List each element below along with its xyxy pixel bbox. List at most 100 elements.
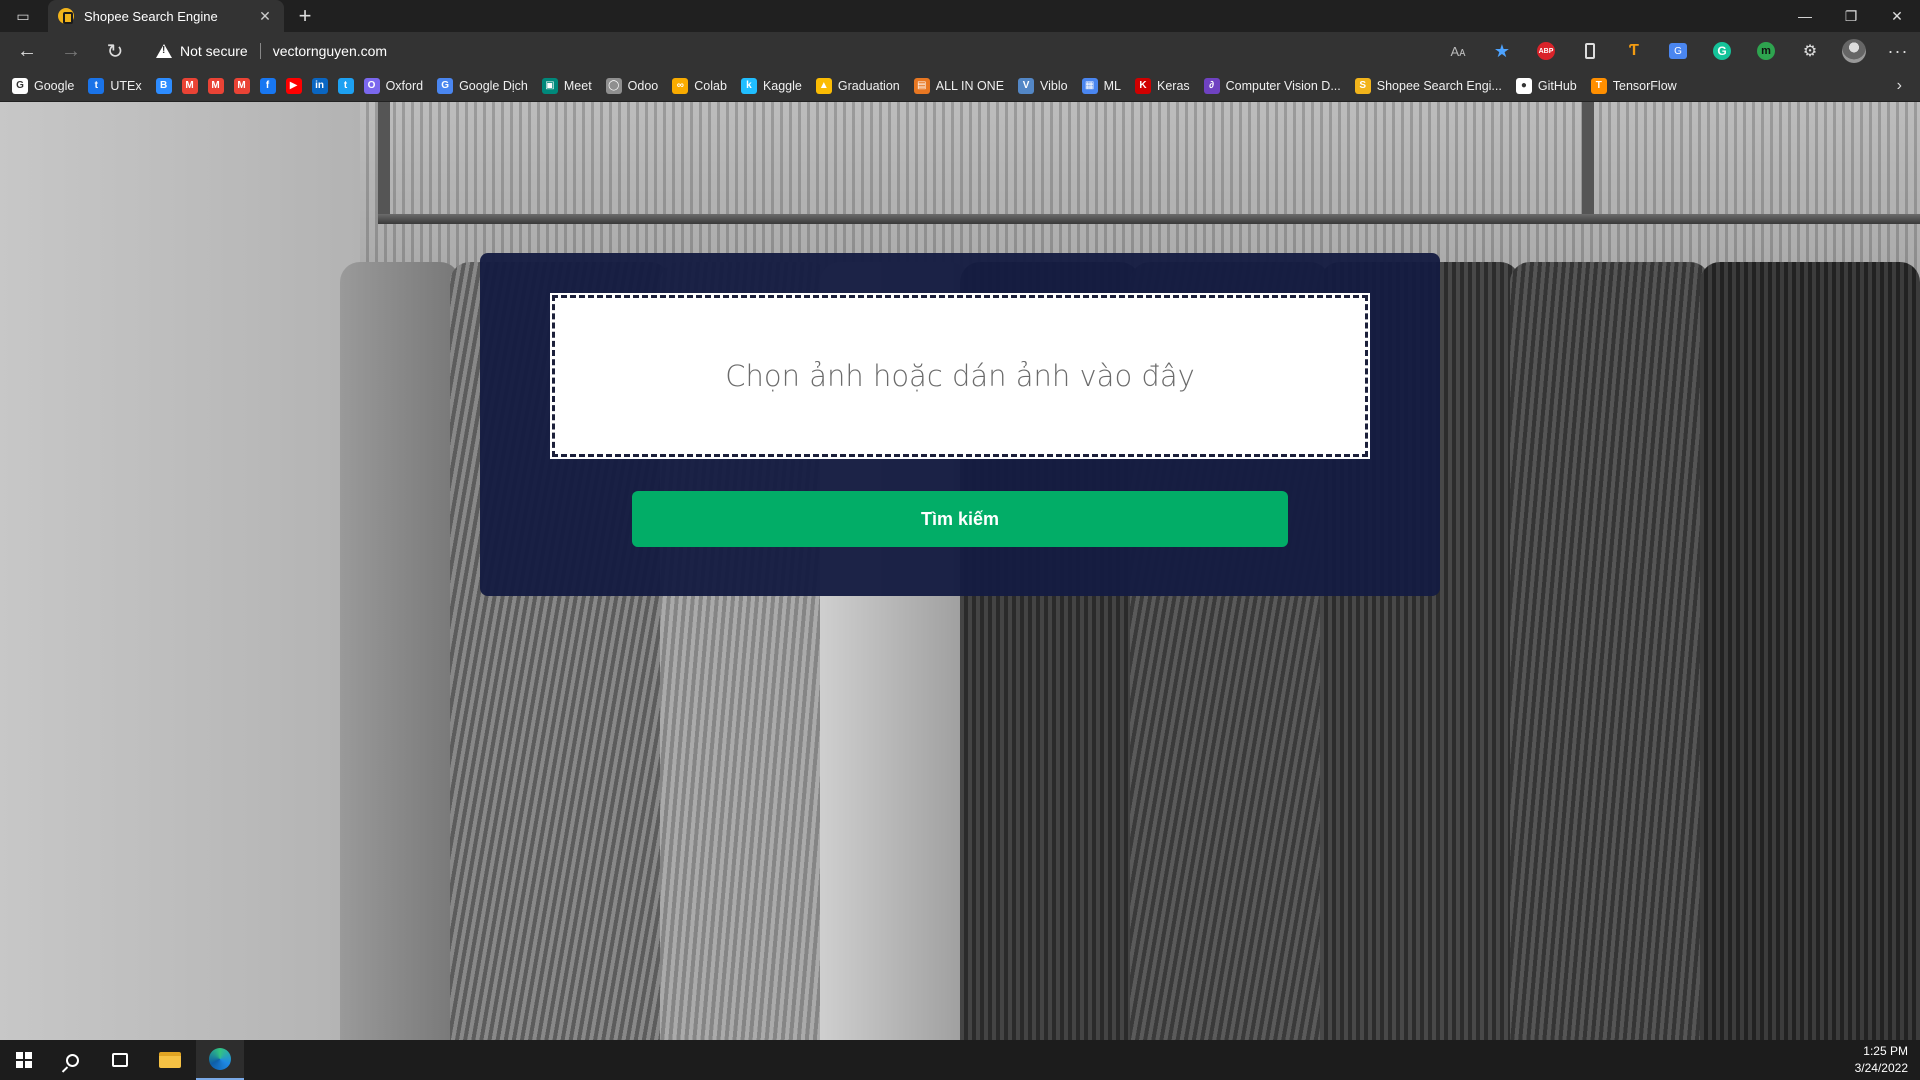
bookmark-item[interactable]: G Google (12, 74, 74, 98)
grammarly-icon[interactable]: G (1700, 36, 1744, 66)
task-view-button[interactable] (96, 1040, 144, 1080)
bookmark-item[interactable]: in (311, 74, 328, 98)
search-button[interactable]: Tìm kiếm (632, 491, 1288, 547)
folder-icon: ▤ (913, 77, 930, 94)
garment-image (1510, 262, 1710, 1040)
edge-taskbar-button[interactable] (196, 1040, 244, 1080)
garment-image (1700, 262, 1920, 1040)
warning-icon[interactable] (156, 44, 172, 58)
bookmark-item[interactable]: k Kaggle (740, 74, 802, 98)
security-label[interactable]: Not secure (180, 43, 248, 59)
bookmark-item[interactable]: ▲ Graduation (815, 74, 900, 98)
gmail-icon: M (181, 77, 198, 94)
kaggle-icon: k (740, 77, 757, 94)
bookmark-label: TensorFlow (1612, 78, 1677, 93)
bookmark-item[interactable]: M (207, 74, 224, 98)
system-clock[interactable]: 1:25 PM 3/24/2022 (1855, 1043, 1908, 1077)
bookmark-label: Colab (694, 78, 727, 93)
youtube-icon: ▶ (285, 77, 302, 94)
start-button[interactable] (0, 1040, 48, 1080)
profile-avatar[interactable] (1832, 36, 1876, 66)
favorite-star-icon[interactable]: ★ (1480, 36, 1524, 66)
bookmark-item[interactable]: ◯ Odoo (605, 74, 659, 98)
shopee-icon: S (1354, 77, 1371, 94)
tab-actions-icon[interactable]: ▭ (6, 0, 40, 32)
bookmark-item[interactable]: ▶ (285, 74, 302, 98)
clock-time: 1:25 PM (1863, 1044, 1908, 1058)
bookmark-label: Google (34, 78, 75, 93)
bookmark-item[interactable]: V Viblo (1018, 74, 1068, 98)
bookmark-item[interactable]: ∂ Computer Vision D... (1203, 74, 1341, 98)
extension-t-icon[interactable]: Ƭ (1612, 36, 1656, 66)
bookmark-item[interactable]: S Shopee Search Engi... (1354, 74, 1502, 98)
bookmark-item[interactable]: ▦ ML (1081, 74, 1121, 98)
garment-image (340, 262, 460, 1040)
bookmark-item[interactable]: T TensorFlow (1590, 74, 1677, 98)
ml-icon: ▦ (1081, 77, 1098, 94)
address-bar[interactable]: Not secure vectornguyen.com (148, 36, 1478, 66)
bookmark-item[interactable]: M (233, 74, 250, 98)
meet-icon: ▣ (541, 77, 558, 94)
page-background: Chọn ảnh hoặc dán ảnh vào đây Tìm kiếm (0, 102, 1920, 1040)
dropzone-label: Chọn ảnh hoặc dán ảnh vào đây (725, 359, 1195, 393)
read-aloud-icon[interactable]: Aᴀ (1436, 36, 1480, 66)
extensions-puzzle-icon[interactable]: ⚙ (1788, 36, 1832, 66)
odoo-icon: ◯ (605, 77, 622, 94)
bookmark-label: ML (1103, 78, 1121, 93)
clothes-rack-post (378, 102, 390, 224)
bookmark-item[interactable]: G Google Dịch (437, 74, 528, 98)
bookmark-label: UTEx (110, 78, 142, 93)
bookmark-item[interactable]: O Oxford (363, 74, 423, 98)
tensorflow-icon: T (1590, 77, 1607, 94)
phone-icon[interactable] (1568, 36, 1612, 66)
background-wall (0, 102, 360, 1040)
bookmark-label: Odoo (627, 78, 659, 93)
bookmark-label: Google Dịch (459, 78, 528, 93)
keras-icon: K (1135, 77, 1151, 94)
oxford-icon: O (363, 77, 380, 94)
toolbar-icons: Aᴀ ★ ABP Ƭ G G m ⚙ ··· (1436, 36, 1920, 66)
adblock-icon[interactable]: ABP (1524, 36, 1568, 66)
browser-toolbar: ← → ↻ Not secure vectornguyen.com Aᴀ ★ A… (0, 32, 1920, 70)
browser-tab[interactable]: Shopee Search Engine ✕ (48, 0, 284, 32)
bookmark-label: Meet (563, 78, 592, 93)
bookmark-item[interactable]: ● GitHub (1515, 74, 1577, 98)
bookmark-item[interactable]: ∞ Colab (672, 74, 727, 98)
minimize-button[interactable]: — (1782, 0, 1828, 32)
close-window-button[interactable]: ✕ (1874, 0, 1920, 32)
bookmark-item[interactable]: f (259, 74, 276, 98)
clothes-rack-post (1582, 102, 1594, 224)
taskbar-search-button[interactable] (48, 1040, 96, 1080)
more-menu-icon[interactable]: ··· (1876, 36, 1920, 66)
drive-icon: ▲ (815, 77, 832, 94)
bookmark-item[interactable]: B (155, 74, 172, 98)
chevron-right-icon[interactable]: › (1897, 70, 1902, 102)
task-view-icon (112, 1053, 128, 1067)
forward-button[interactable]: → (56, 36, 86, 66)
google-translate-icon: G (437, 77, 454, 94)
restore-button[interactable]: ❐ (1828, 0, 1874, 32)
google-icon: G (12, 77, 28, 94)
new-tab-button[interactable]: + (290, 0, 320, 32)
bookmark-item[interactable]: M (181, 74, 198, 98)
refresh-button[interactable]: ↻ (100, 36, 130, 66)
bookmark-item[interactable]: K Keras (1135, 74, 1190, 98)
gmail-icon: M (207, 77, 224, 94)
url-text[interactable]: vectornguyen.com (273, 43, 387, 59)
shopee-favicon-icon (58, 8, 74, 24)
close-tab-icon[interactable]: ✕ (256, 8, 274, 25)
bookmark-label: Graduation (837, 78, 900, 93)
bookmark-item[interactable]: ▣ Meet (541, 74, 592, 98)
translate-icon[interactable]: G (1656, 36, 1700, 66)
bookmarks-bar: G Google t UTEx B M M Mf ▶ in t O Oxford G Google Dịch… (0, 70, 1920, 102)
image-dropzone[interactable]: Chọn ảnh hoặc dán ảnh vào đây (550, 293, 1370, 459)
file-explorer-button[interactable] (146, 1040, 194, 1080)
back-button[interactable]: ← (12, 36, 42, 66)
tab-bar: ▭ Shopee Search Engine ✕ + — ❐ ✕ (0, 0, 1920, 32)
extension-m-icon[interactable]: m (1744, 36, 1788, 66)
bookmark-item[interactable]: t (337, 74, 354, 98)
bookmark-item[interactable]: t UTEx (88, 74, 142, 98)
github-icon: ● (1515, 77, 1532, 94)
viblo-icon: V (1018, 77, 1035, 94)
bookmark-item[interactable]: ▤ ALL IN ONE (913, 74, 1004, 98)
